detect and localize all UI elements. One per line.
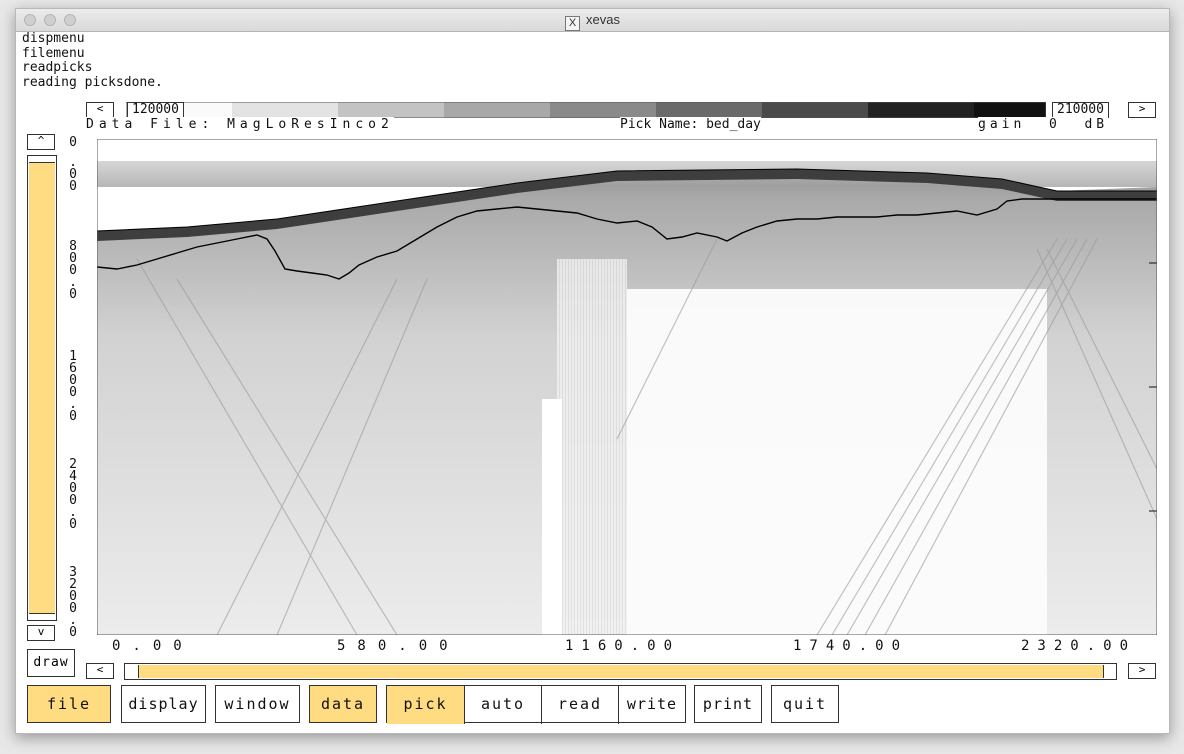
horizontal-scrollbar[interactable] [124, 663, 1117, 680]
print-button[interactable]: print [694, 685, 762, 723]
y-tick-label: 8 0 0 . 0 [69, 239, 77, 302]
data-file-label: Data File: MagLoResInco2 [86, 117, 394, 132]
radargram-image[interactable] [97, 139, 1157, 635]
y-tick-label: 2 4 0 0 . 0 [69, 457, 77, 532]
scroll-right-button[interactable]: > [1128, 663, 1156, 679]
quit-button[interactable]: quit [771, 685, 839, 723]
pick-button[interactable]: pick [387, 686, 464, 724]
x-tick-label: 580.00 [337, 638, 460, 654]
y-tick-label: . 0 0 [69, 155, 77, 194]
y-tick-label: 0 [69, 135, 77, 150]
window-title-area: Xxevas [16, 12, 1169, 31]
x-tick-label: 2320.00 [1021, 638, 1137, 654]
x-axis: 0.00 580.00 1160.00 1740.00 2320.00 [97, 637, 1167, 655]
pick-name-label: Pick Name: bed_day [620, 117, 761, 132]
x-tick-label: 1160.00 [565, 638, 681, 654]
vertical-scrollbar[interactable] [27, 155, 57, 621]
message-log: dispmenu filemenu readpicks reading picksdo… [22, 31, 163, 90]
x-tick-label: 1740.00 [793, 638, 909, 654]
colorbar-right-button[interactable]: > [1128, 102, 1156, 118]
colorbar-max-value: 210000 [1052, 102, 1109, 118]
colorbar-min-value: 120000 [127, 102, 184, 118]
log-line: filemenu [22, 45, 85, 61]
gain-label: gain 0 dB [978, 117, 1109, 132]
pick-toolbar: pick auto read write [386, 685, 686, 724]
y-tick-label: 3 2 0 0 . 0 [69, 565, 77, 640]
y-tick-label: 1 6 0 0 . 0 [69, 349, 77, 424]
log-line: readpicks [22, 60, 93, 75]
vertical-scroll-thumb[interactable] [29, 162, 55, 614]
scroll-down-button[interactable]: v [27, 625, 55, 641]
read-button[interactable]: read [541, 686, 618, 724]
draw-button[interactable]: draw [27, 649, 75, 677]
colorbar-left-button[interactable]: < [86, 102, 114, 118]
xevas-window: Xxevas dispmenu filemenu readpicks reading … [15, 8, 1170, 734]
file-menu-button[interactable]: file [27, 685, 111, 723]
window-title: xevas [586, 12, 620, 27]
log-line: dispmenu [22, 31, 85, 46]
window-menu-button[interactable]: window [215, 685, 300, 723]
colorbar[interactable] [126, 102, 1046, 118]
scroll-left-button[interactable]: < [86, 663, 114, 679]
x-app-icon: X [565, 16, 581, 31]
auto-button[interactable]: auto [464, 686, 541, 724]
log-line: reading picksdone. [22, 74, 163, 90]
display-menu-button[interactable]: display [121, 685, 206, 723]
y-axis: 0 . 0 0 8 0 0 . 0 1 6 0 0 . 0 2 4 0 0 . … [66, 135, 96, 640]
title-bar: Xxevas [16, 9, 1169, 32]
scroll-up-button[interactable]: ^ [27, 134, 55, 150]
horizontal-scroll-thumb[interactable] [138, 665, 1104, 678]
data-menu-button[interactable]: data [309, 685, 377, 723]
write-button[interactable]: write [618, 686, 685, 724]
x-tick-label: 0.00 [112, 638, 194, 654]
